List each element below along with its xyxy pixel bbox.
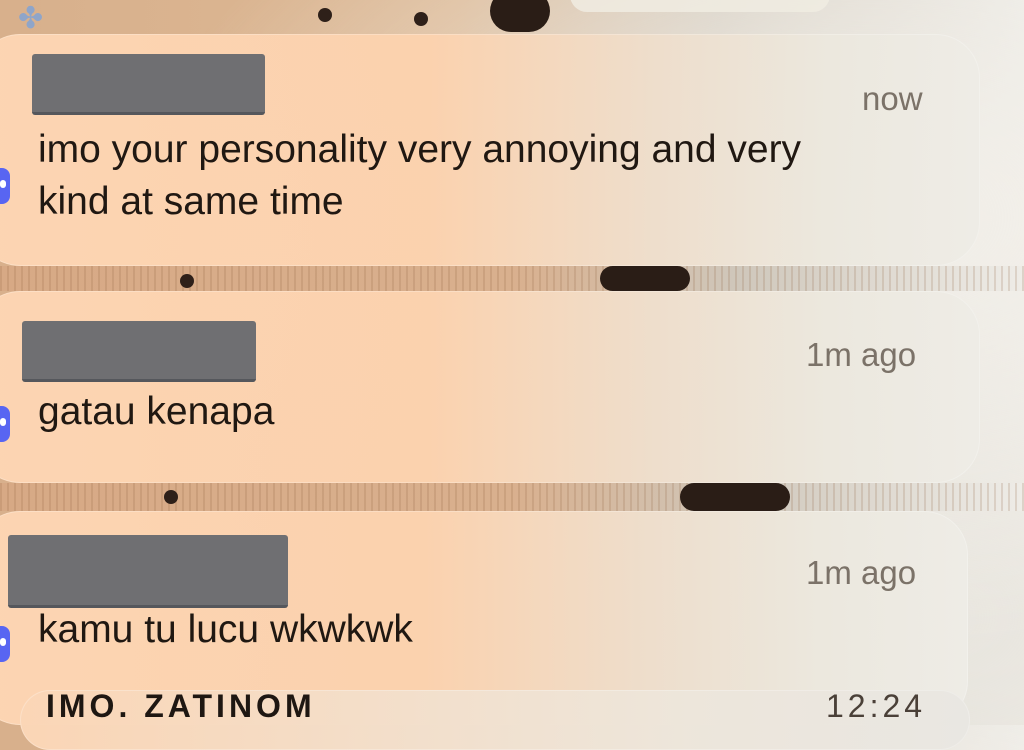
discord-app-icon [0, 626, 10, 662]
notification-message-line: imo your personality very annoying and v… [38, 128, 802, 171]
wallpaper-detail [600, 266, 690, 291]
wallpaper-strip [0, 483, 1024, 511]
notification-time: 1m ago [806, 336, 917, 373]
notification-message-line: kamu tu lucu wkwkwk [38, 608, 413, 651]
wallpaper-detail [680, 483, 790, 511]
sender-name-redacted [8, 535, 288, 608]
wallpaper-detail [164, 490, 178, 504]
wallpaper-detail [490, 0, 550, 32]
previous-notification-edge [570, 0, 830, 12]
sender-name-redacted [22, 321, 256, 382]
partial-notification-time: 12:24 [826, 688, 927, 724]
wallpaper-strip [0, 266, 1024, 291]
wallpaper-detail [414, 12, 428, 26]
partial-sender-name: IMO. ZATINOM [46, 688, 316, 724]
discord-app-icon [0, 406, 10, 442]
wallpaper-detail [180, 274, 194, 288]
discord-app-icon [0, 168, 10, 204]
notification-message-line: kind at same time [38, 180, 344, 223]
notification-message-line: gatau kenapa [38, 390, 275, 433]
notification-time: now [862, 80, 923, 117]
sender-name-redacted [32, 54, 265, 115]
wallpaper-pattern-icon: ✤ [18, 2, 44, 35]
notification-time: 1m ago [806, 554, 917, 591]
wallpaper-detail [318, 8, 332, 22]
